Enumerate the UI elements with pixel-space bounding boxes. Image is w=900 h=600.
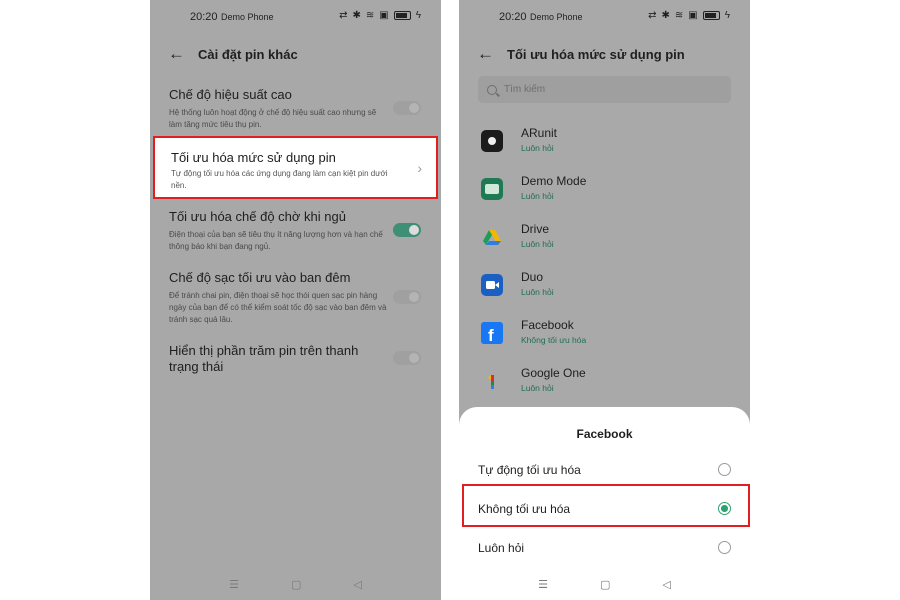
radio-button[interactable] bbox=[718, 463, 731, 476]
wifi-icon: ≋ bbox=[674, 10, 684, 21]
app-name: Duo bbox=[521, 270, 544, 284]
app-row-arunit[interactable]: ARunit Luôn hỏi bbox=[481, 126, 740, 166]
bluetooth-icon: ✱ bbox=[661, 10, 670, 21]
status-carrier: Demo Phone bbox=[530, 12, 583, 22]
app-row-demo-mode[interactable]: Demo Mode Luôn hỏi bbox=[481, 174, 740, 214]
charging-icon: ϟ bbox=[415, 10, 421, 21]
setting-title: Tối ưu hóa mức sử dụng pin bbox=[171, 150, 336, 165]
app-row-drive[interactable]: Drive Luôn hỏi bbox=[481, 222, 740, 262]
highlight-frame bbox=[462, 484, 750, 527]
left-phone-screen: 20:20 Demo Phone ⇄ ✱ ≋ ▣ ϟ ← Cài đặt pin… bbox=[150, 0, 441, 600]
setting-desc: Tự động tối ưu hóa các ứng dụng đang làm… bbox=[171, 169, 388, 190]
home-nav-icon[interactable]: ▢ bbox=[291, 578, 301, 592]
search-input[interactable]: Tìm kiếm bbox=[478, 76, 731, 103]
back-nav-icon[interactable]: ◁ bbox=[662, 578, 670, 592]
page-title: Cài đặt pin khác bbox=[198, 46, 298, 62]
drive-icon bbox=[481, 226, 503, 248]
setting-high-performance[interactable]: Chế độ hiệu suất cao Hệ thống luôn hoạt … bbox=[169, 87, 423, 131]
search-icon bbox=[487, 84, 497, 95]
status-time: 20:20 bbox=[190, 11, 218, 23]
nav-bar: ☰ ▢ ◁ bbox=[459, 578, 750, 592]
back-arrow-icon[interactable]: ← bbox=[168, 44, 198, 64]
arunit-icon bbox=[481, 130, 503, 152]
duo-icon bbox=[481, 274, 503, 296]
app-status: Không tối ưu hóa bbox=[521, 335, 587, 345]
home-nav-icon[interactable]: ▢ bbox=[600, 578, 610, 592]
setting-title: Chế độ hiệu suất cao bbox=[169, 87, 292, 102]
app-status: Luôn hỏi bbox=[521, 383, 554, 393]
night-charging-toggle[interactable] bbox=[393, 290, 421, 304]
high-performance-toggle[interactable] bbox=[393, 101, 421, 115]
option-always-ask[interactable]: Luôn hỏi bbox=[478, 539, 731, 559]
battery-percentage-toggle[interactable] bbox=[393, 351, 421, 365]
app-row-google-one[interactable]: Google One Luôn hỏi bbox=[481, 366, 740, 406]
setting-desc: Để tránh chai pin, điện thoại sẽ học thó… bbox=[169, 291, 387, 324]
app-name: Facebook bbox=[521, 318, 574, 332]
app-name: Demo Mode bbox=[521, 174, 587, 188]
status-time: 20:20 bbox=[499, 11, 527, 23]
chevron-right-icon: › bbox=[417, 160, 422, 176]
option-label: Luôn hỏi bbox=[478, 541, 525, 555]
app-status: Luôn hỏi bbox=[521, 191, 554, 201]
sleep-standby-toggle[interactable] bbox=[393, 223, 421, 237]
facebook-icon: f bbox=[481, 322, 503, 345]
wifi-icon: ≋ bbox=[365, 10, 375, 21]
app-row-duo[interactable]: Duo Luôn hỏi bbox=[481, 270, 740, 310]
option-label: Tự động tối ưu hóa bbox=[478, 463, 581, 477]
battery-icon bbox=[393, 11, 411, 20]
battery-icon bbox=[702, 11, 720, 20]
nfc-icon: ▣ bbox=[688, 10, 698, 21]
radio-button[interactable] bbox=[718, 541, 731, 554]
nav-bar: ☰ ▢ ◁ bbox=[150, 578, 441, 592]
setting-battery-percentage[interactable]: Hiển thị phần trăm pin trên thanh trạng … bbox=[169, 343, 423, 375]
status-carrier: Demo Phone bbox=[221, 12, 274, 22]
setting-title: Chế độ sạc tối ưu vào ban đêm bbox=[169, 270, 351, 285]
setting-night-charging[interactable]: Chế độ sạc tối ưu vào ban đêm Để tránh c… bbox=[169, 270, 423, 326]
app-status: Luôn hỏi bbox=[521, 143, 554, 153]
nfc-icon: ▣ bbox=[379, 10, 389, 21]
search-placeholder: Tìm kiếm bbox=[504, 84, 546, 95]
app-name: ARunit bbox=[521, 126, 558, 140]
setting-title: Hiển thị phần trăm pin trên thanh trạng … bbox=[169, 343, 359, 374]
status-bar: 20:20 Demo Phone ⇄ ✱ ≋ ▣ ϟ bbox=[459, 9, 750, 27]
charging-icon: ϟ bbox=[724, 10, 730, 21]
title-bar: ← Cài đặt pin khác bbox=[168, 42, 431, 66]
title-bar: ← Tối ưu hóa mức sử dụng pin bbox=[477, 42, 740, 66]
back-nav-icon[interactable]: ◁ bbox=[353, 578, 361, 592]
app-status: Luôn hỏi bbox=[521, 239, 554, 249]
setting-battery-optimization[interactable]: Tối ưu hóa mức sử dụng pin Tự động tối ư… bbox=[153, 136, 438, 199]
option-auto-optimize[interactable]: Tự động tối ưu hóa bbox=[478, 461, 731, 481]
svg-text:f: f bbox=[488, 326, 494, 344]
right-phone-screen: 20:20 Demo Phone ⇄ ✱ ≋ ▣ ϟ ← Tối ưu hóa … bbox=[459, 0, 750, 600]
menu-nav-icon[interactable]: ☰ bbox=[229, 578, 239, 592]
page-title: Tối ưu hóa mức sử dụng pin bbox=[507, 46, 685, 62]
bluetooth-icon: ✱ bbox=[352, 10, 361, 21]
setting-desc: Hệ thống luôn hoạt động ở chế độ hiệu su… bbox=[169, 108, 377, 129]
sheet-title: Facebook bbox=[576, 427, 633, 441]
status-icons: ⇄ ✱ ≋ ▣ ϟ bbox=[648, 10, 730, 21]
setting-sleep-standby[interactable]: Tối ưu hóa chế độ chờ khi ngủ Điện thoại… bbox=[169, 209, 423, 253]
setting-desc: Điện thoại của bạn sẽ tiêu thụ ít năng l… bbox=[169, 230, 383, 251]
signal-icon: ⇄ bbox=[648, 10, 657, 21]
app-name: Google One bbox=[521, 366, 586, 380]
menu-nav-icon[interactable]: ☰ bbox=[538, 578, 548, 592]
google-one-icon bbox=[481, 370, 503, 392]
setting-title: Tối ưu hóa chế độ chờ khi ngủ bbox=[169, 209, 346, 224]
status-bar: 20:20 Demo Phone ⇄ ✱ ≋ ▣ ϟ bbox=[150, 9, 441, 27]
status-icons: ⇄ ✱ ≋ ▣ ϟ bbox=[339, 10, 421, 21]
demo-mode-icon bbox=[481, 178, 503, 200]
app-row-facebook[interactable]: f Facebook Không tối ưu hóa bbox=[481, 318, 740, 358]
app-status: Luôn hỏi bbox=[521, 287, 554, 297]
back-arrow-icon[interactable]: ← bbox=[477, 44, 507, 64]
app-name: Drive bbox=[521, 222, 550, 236]
signal-icon: ⇄ bbox=[339, 10, 348, 21]
